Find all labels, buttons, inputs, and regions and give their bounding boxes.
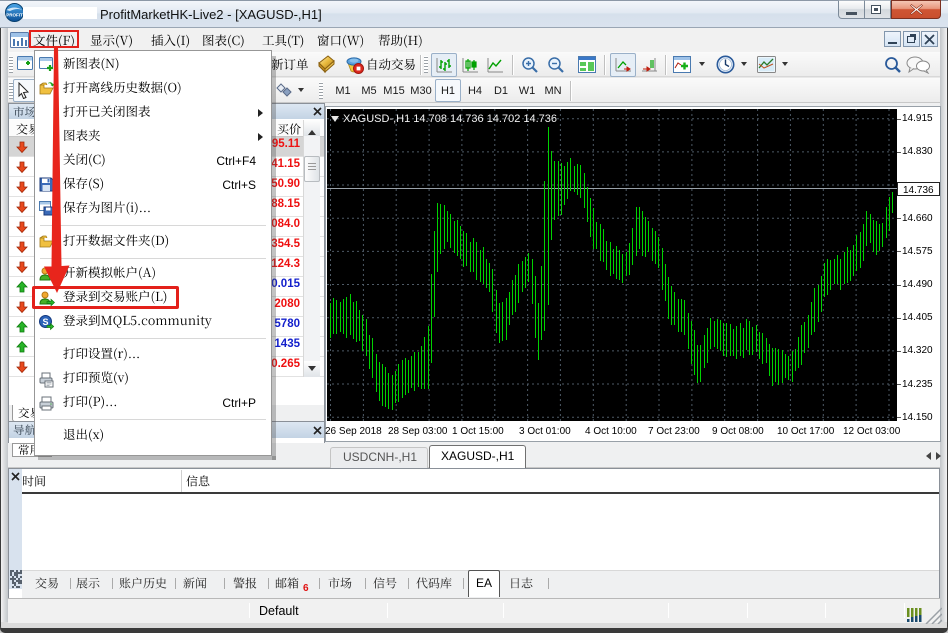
svg-text:PROFIT: PROFIT (6, 13, 23, 18)
